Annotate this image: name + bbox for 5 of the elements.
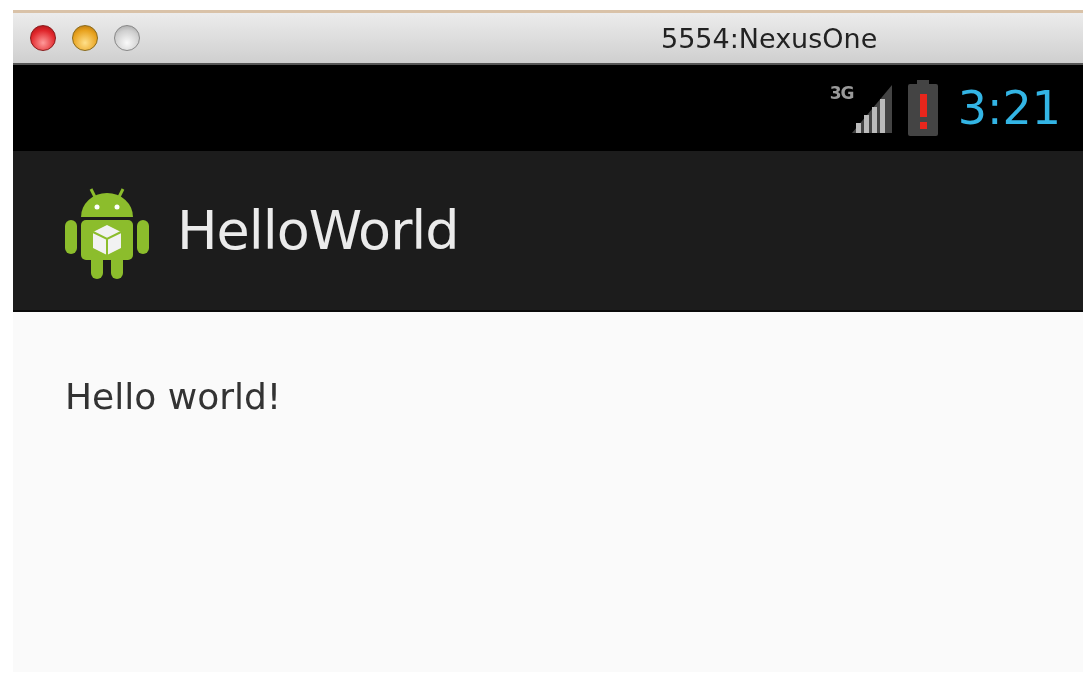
clock-time: 3:21 [957,81,1061,135]
hello-text: Hello world! [65,376,282,417]
app-title: HelloWorld [177,199,459,262]
network-type-label: 3G [829,83,854,103]
window-title: 5554:NexusOne [661,22,878,54]
